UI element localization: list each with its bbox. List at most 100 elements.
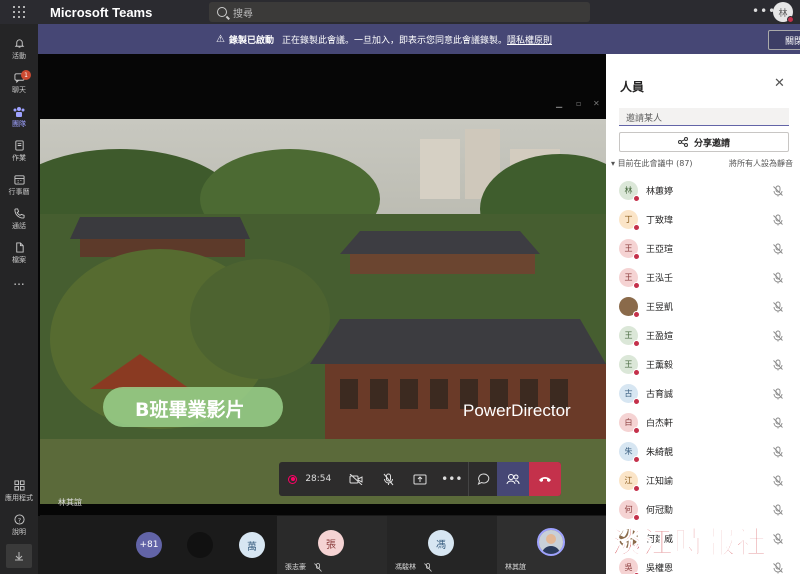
unread-badge: 1 (21, 70, 31, 80)
mic-off-icon[interactable] (772, 562, 784, 574)
participant-row[interactable]: 林 林蕙婷 (606, 176, 800, 205)
participant-row[interactable]: 白 白杰軒 (606, 408, 800, 437)
user-avatar[interactable]: 林 (773, 2, 794, 23)
participant-photo (537, 528, 565, 556)
presence-busy-icon (633, 340, 640, 347)
participant-name: 王亞瑄 (646, 245, 674, 255)
rail-item-assignments[interactable]: 作業 (0, 134, 38, 168)
camera-toggle-button[interactable] (341, 462, 373, 496)
mic-off-icon[interactable] (772, 330, 784, 342)
search-input[interactable]: 搜尋 (209, 2, 590, 22)
mic-off-icon[interactable] (772, 272, 784, 284)
mic-toggle-button[interactable] (372, 462, 404, 496)
rail-item-chat[interactable]: 聊天 1 (0, 66, 38, 100)
participant-row[interactable]: 王昱凱 (606, 292, 800, 321)
mic-off-icon[interactable] (772, 417, 784, 429)
privacy-policy-link[interactable]: 隱私權原則 (507, 33, 552, 46)
participant-avatar: 王 (619, 268, 640, 289)
participant-initial: 何 (624, 505, 633, 514)
participant-strip: +81 萬 張 張志豪 馮 馮駿林 林其誼 (38, 516, 606, 574)
watermark: 淡江時報社 (612, 526, 767, 562)
mic-off-icon[interactable] (772, 388, 784, 400)
chat-button[interactable] (467, 462, 498, 496)
search-icon (217, 7, 227, 17)
mic-off-icon[interactable] (772, 185, 784, 197)
close-panel-button[interactable]: ✕ (774, 76, 785, 91)
participant-row[interactable]: 古 古育誠 (606, 379, 800, 408)
share-invite-button[interactable]: 分享邀請 (619, 132, 789, 152)
participant-avatar: 白 (619, 413, 640, 434)
user-initial: 林 (778, 8, 788, 19)
mic-off-icon[interactable] (772, 359, 784, 371)
participant-row[interactable]: 王 王亞瑄 (606, 234, 800, 263)
participant-avatar: 丁 (619, 210, 640, 231)
rail-item-apps[interactable]: 應用程式 (0, 474, 38, 508)
mic-off-icon[interactable] (772, 301, 784, 313)
mic-off-icon[interactable] (772, 504, 784, 516)
recording-indicator: 28:54 (279, 462, 341, 496)
panel-title: 人員 (620, 80, 645, 94)
participant-name: 王盈媗 (646, 332, 674, 342)
phone-icon (13, 207, 25, 219)
participant-row[interactable]: 王 王薰毅 (606, 350, 800, 379)
participant-tile[interactable]: 張 張志豪 (277, 516, 387, 574)
shared-video: B班畢業影片 PowerDirector (40, 119, 606, 504)
calendar-icon (13, 173, 25, 185)
participant-name: 張志豪 (285, 563, 306, 571)
share-screen-button[interactable] (404, 462, 436, 496)
participant-avatar: 林 (619, 181, 640, 202)
rail-item-help[interactable]: ? 說明 (0, 508, 38, 542)
svg-text:?: ? (17, 516, 20, 524)
dismiss-banner-button[interactable]: 關閉 (768, 30, 800, 50)
participant-row[interactable]: 王 王盈媗 (606, 321, 800, 350)
video-brand-text: PowerDirector (463, 401, 571, 420)
mic-off-icon[interactable] (772, 446, 784, 458)
participant-avatar: 王 (619, 326, 640, 347)
more-actions-button[interactable]: ••• (436, 462, 468, 496)
assignments-icon (13, 139, 25, 151)
download-button[interactable] (6, 544, 32, 568)
rail-item-activity[interactable]: 活動 (0, 32, 38, 66)
mic-off-icon[interactable] (772, 533, 784, 545)
rail-item-calls[interactable]: 通話 (0, 202, 38, 236)
participant-avatar: 王 (619, 355, 640, 376)
share-invite-label: 分享邀請 (693, 138, 730, 149)
hang-up-icon (539, 477, 552, 482)
participant-tile[interactable]: 馮 馮駿林 (387, 516, 497, 574)
mic-off-icon[interactable] (772, 243, 784, 255)
in-meeting-section-header[interactable]: ▾ 目前在此會議中 (87) 將所有人設為靜音 (611, 158, 793, 169)
hang-up-button[interactable] (529, 462, 562, 496)
close-icon: ✕ (593, 99, 600, 108)
participant-avatar: 張 (318, 530, 344, 556)
participant-name: 朱綺靚 (646, 448, 674, 458)
participant-name: 馮駿林 (395, 563, 416, 571)
participant-row[interactable]: 朱 朱綺靚 (606, 437, 800, 466)
help-icon: ? (13, 513, 25, 525)
participant-name: 吳權恩 (646, 564, 674, 574)
overflow-participants-button[interactable]: +81 (136, 532, 162, 558)
participant-avatar: 何 (619, 500, 640, 521)
rail-item-calendar[interactable]: 行事曆 (0, 168, 38, 202)
banner-message: 正在錄製此會議。一旦加入，即表示您同意此會議錄製。 (281, 35, 507, 46)
rail-more-button[interactable]: ... (0, 264, 38, 298)
record-icon (288, 474, 298, 484)
mute-all-button[interactable]: 將所有人設為靜音 (729, 158, 793, 169)
invite-input[interactable]: 邀請某人 (619, 108, 789, 126)
mic-off-icon[interactable] (772, 214, 784, 226)
participant-row[interactable]: 王 王泓壬 (606, 263, 800, 292)
meeting-stage: ▁ ▫ ✕ B班畢業影片 PowerDirector 林其誼 (38, 54, 606, 530)
participant-tile[interactable]: 林其誼 (497, 516, 606, 574)
mic-off-icon[interactable] (772, 475, 784, 487)
participant-row[interactable]: 江 江知諭 (606, 466, 800, 495)
participant-initial: 王 (624, 360, 633, 369)
app-launcher-button[interactable] (0, 0, 38, 24)
participants-button[interactable] (497, 462, 530, 496)
participant-initial: 朱 (624, 447, 633, 456)
rail-item-teams[interactable]: 團隊 (0, 100, 38, 134)
participant-name: 林其誼 (505, 563, 526, 571)
presence-busy-icon (633, 224, 640, 231)
participant-initial: 江 (624, 476, 633, 485)
minimize-icon: ▁ (556, 99, 563, 108)
call-timer: 28:54 (305, 474, 332, 484)
participant-row[interactable]: 丁 丁致瑋 (606, 205, 800, 234)
